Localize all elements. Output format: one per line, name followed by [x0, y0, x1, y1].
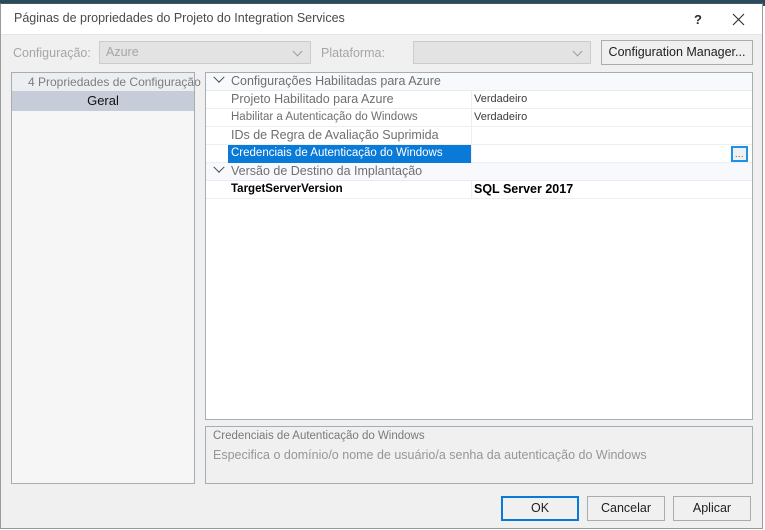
sidebar-item-geral[interactable]: Geral — [12, 91, 194, 111]
table-row[interactable]: Projeto Habilitado para Azure Verdadeiro — [206, 91, 752, 109]
configuration-properties-tree: 4 Propriedades de Configuração Geral — [11, 72, 201, 484]
property-name-cell[interactable]: Habilitar a Autenticação do Windows — [228, 109, 471, 127]
column-divider — [471, 91, 472, 109]
column-divider — [471, 181, 472, 199]
configuration-manager-button[interactable]: Configuration Manager... — [601, 40, 753, 65]
chevron-down-icon[interactable] — [212, 161, 226, 181]
configuration-dropdown[interactable]: Azure — [99, 41, 311, 64]
configuration-dropdown-value: Azure — [106, 45, 139, 59]
table-row-selected[interactable]: Credenciais de Autenticação do Windows .… — [206, 145, 752, 163]
description-title: Credenciais de Autenticação do Windows — [213, 430, 425, 442]
close-icon-glyph — [732, 13, 744, 25]
ok-button[interactable]: OK — [501, 496, 579, 521]
platform-label: Plataforma: — [321, 46, 385, 60]
help-icon[interactable]: ? — [680, 4, 716, 34]
tree-header-label: 4 Propriedades de Configuração — [28, 75, 201, 89]
property-grid: Configurações Habilitadas para Azure Pro… — [205, 72, 753, 420]
title-bar: Páginas de propriedades do Projeto do In… — [1, 4, 762, 35]
property-name-cell[interactable]: Projeto Habilitado para Azure — [228, 91, 471, 109]
table-row[interactable]: Configurações Habilitadas para Azure — [206, 73, 752, 91]
platform-dropdown[interactable] — [413, 41, 591, 64]
property-grid-rows: Configurações Habilitadas para Azure Pro… — [206, 73, 752, 199]
property-name: Projeto Habilitado para Azure — [231, 92, 394, 106]
column-divider — [471, 109, 472, 127]
table-row[interactable]: TargetServerVersion SQL Server 2017 — [206, 181, 752, 199]
table-row[interactable]: Habilitar a Autenticação do Windows Verd… — [206, 109, 752, 127]
property-name-cell[interactable]: Credenciais de Autenticação do Windows — [228, 145, 471, 163]
table-row[interactable]: Versão de Destino da Implantação — [206, 161, 752, 181]
column-divider — [471, 127, 472, 145]
property-value[interactable]: SQL Server 2017 — [474, 182, 573, 196]
property-name: Credenciais de Autenticação do Windows — [231, 147, 443, 159]
close-icon[interactable] — [720, 4, 756, 34]
category-label: Configurações Habilitadas para Azure — [231, 74, 441, 88]
chevron-down-icon[interactable] — [212, 73, 226, 91]
cancel-button[interactable]: Cancelar — [587, 496, 665, 521]
property-name-cell[interactable]: IDs de Regra de Avaliação Suprimida — [228, 127, 471, 145]
chevron-down-icon — [574, 48, 583, 57]
window-title: Páginas de propriedades do Projeto do In… — [14, 11, 345, 25]
property-value[interactable]: Verdadeiro — [474, 111, 527, 123]
chevron-down-icon — [294, 48, 303, 57]
sidebar-item-label: Geral — [87, 93, 119, 108]
property-value[interactable]: Verdadeiro — [474, 93, 527, 105]
column-divider — [471, 145, 472, 163]
browse-ellipsis-button[interactable]: ... — [731, 146, 748, 162]
configuration-toolbar: Configuração: Azure Plataforma: Configur… — [1, 35, 762, 72]
configuration-label: Configuração: — [13, 46, 91, 60]
dialog-body: 4 Propriedades de Configuração Geral Con… — [1, 72, 762, 492]
footer-button-group: OK Cancelar Aplicar — [491, 492, 751, 526]
dialog-footer: OK Cancelar Aplicar — [1, 492, 762, 530]
description-pane: Credenciais de Autenticação do Windows E… — [205, 426, 753, 484]
description-text: Especifica o domínio/o nome de usuário/a… — [213, 448, 647, 462]
table-row[interactable]: IDs de Regra de Avaliação Suprimida — [206, 127, 752, 145]
property-name: IDs de Regra de Avaliação Suprimida — [231, 128, 439, 142]
category-label: Versão de Destino da Implantação — [231, 164, 423, 178]
property-name: Habilitar a Autenticação do Windows — [231, 111, 418, 123]
property-name-cell[interactable]: TargetServerVersion — [228, 181, 471, 199]
help-icon-glyph: ? — [694, 11, 702, 27]
apply-button[interactable]: Aplicar — [673, 496, 751, 521]
property-pages-dialog: Páginas de propriedades do Projeto do In… — [0, 3, 763, 529]
tree-header: 4 Propriedades de Configuração — [12, 73, 201, 91]
property-name: TargetServerVersion — [231, 183, 343, 195]
